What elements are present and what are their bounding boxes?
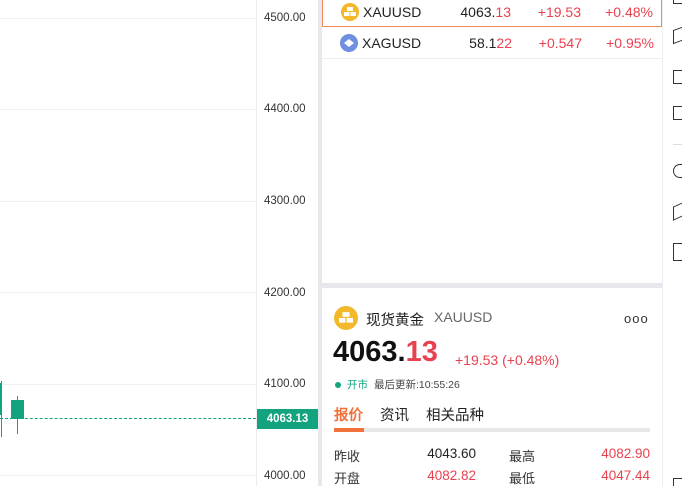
- price-axis: 4500.00 4400.00 4300.00 4200.00 4100.00 …: [256, 0, 318, 486]
- watchlist-row-xauusd[interactable]: XAUUSD 4063.13 +19.53 +0.48%: [322, 0, 662, 27]
- last-price: 4063.13: [333, 336, 438, 368]
- candle-body: [0, 383, 2, 415]
- stat-label-prev-close: 昨收: [334, 449, 361, 464]
- grid-line: [0, 18, 256, 19]
- gold-bars-icon: [334, 306, 358, 330]
- watchlist-percent: +0.48%: [605, 4, 653, 20]
- stat-value-prev-close: 4043.60: [427, 446, 476, 461]
- price-change: +19.53 (+0.48%): [455, 352, 560, 368]
- stat-label-open: 开盘: [334, 471, 361, 486]
- more-options-icon[interactable]: ooo: [624, 311, 649, 326]
- watchlist-percent: +0.95%: [606, 35, 654, 51]
- watchlist-change: +19.53: [537, 4, 581, 20]
- axis-label: 4500.00: [264, 12, 306, 24]
- quote-tabs: 报价 资讯 相关品种: [334, 404, 650, 432]
- current-price-line: [0, 418, 256, 419]
- message-icon[interactable]: [673, 106, 682, 120]
- market-status: 开市 最后更新:10:55:26: [335, 377, 460, 392]
- toolbar-icon[interactable]: [673, 478, 682, 486]
- trading-app: 4500.00 4400.00 4300.00 4200.00 4100.00 …: [0, 0, 682, 486]
- candle-body: [11, 400, 24, 419]
- gold-bars-icon: [341, 3, 359, 21]
- target-icon[interactable]: [673, 164, 682, 178]
- market-open-label: 开市: [347, 379, 368, 391]
- stat-label-low: 最低: [509, 471, 536, 486]
- active-tab-indicator: [334, 428, 364, 432]
- axis-label: 4400.00: [264, 103, 306, 115]
- axis-label: 4300.00: [264, 195, 306, 207]
- watchlist-symbol: XAUUSD: [363, 4, 422, 20]
- axis-label: 4000.00: [264, 470, 306, 482]
- candlestick-chart[interactable]: [0, 0, 256, 486]
- status-dot-icon: [335, 381, 341, 388]
- watchlist: XAUUSD 4063.13 +19.53 +0.48% XAGUSD 58.1…: [322, 0, 662, 283]
- stat-value-low: 4047.44: [601, 468, 650, 483]
- device-icon[interactable]: [673, 243, 682, 261]
- current-price-tag: 4063.13: [257, 409, 318, 429]
- grid-line: [0, 109, 256, 110]
- toolbar-divider: [673, 144, 682, 145]
- watchlist-symbol: XAGUSD: [362, 35, 422, 51]
- last-update-time: 最后更新:10:55:26: [374, 379, 460, 391]
- grid-line: [0, 292, 256, 293]
- silver-icon: [340, 34, 358, 52]
- education-icon[interactable]: [673, 201, 682, 221]
- window-icon[interactable]: [673, 70, 682, 84]
- right-toolbar: [662, 0, 682, 486]
- instrument-name: 现货黄金: [366, 313, 424, 329]
- watchlist-row-xagusd[interactable]: XAGUSD 58.122 +0.547 +0.95%: [322, 28, 662, 58]
- instrument-code: XAUUSD: [434, 309, 493, 325]
- toolbar-icon[interactable]: [673, 0, 682, 4]
- grid-line: [0, 384, 256, 385]
- stat-value-open: 4082.82: [427, 468, 476, 483]
- axis-label: 4200.00: [264, 287, 306, 299]
- stat-label-high: 最高: [509, 449, 536, 464]
- tab-related[interactable]: 相关品种: [426, 404, 484, 425]
- watchlist-change: +0.547: [538, 35, 582, 51]
- quote-panel: 现货黄金 XAUUSD ooo 4063.13 +19.53 (+0.48%) …: [322, 288, 662, 486]
- watchlist-price: 4063.13: [460, 4, 511, 20]
- stat-value-high: 4082.90: [601, 446, 650, 461]
- tab-quote[interactable]: 报价: [334, 404, 363, 425]
- grid-line: [0, 201, 256, 202]
- axis-label: 4100.00: [264, 378, 306, 390]
- divider: [322, 58, 662, 59]
- tab-news[interactable]: 资讯: [380, 404, 409, 425]
- watchlist-price: 58.122: [469, 35, 512, 51]
- layers-icon[interactable]: [673, 25, 682, 45]
- grid-line: [0, 475, 256, 476]
